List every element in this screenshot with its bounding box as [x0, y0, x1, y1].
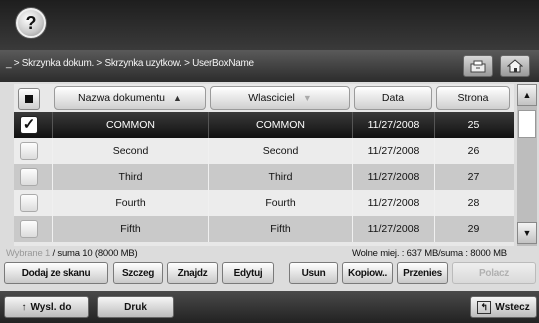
cell-date: 11/27/2008	[352, 190, 434, 216]
table-row[interactable]: Second Second 11/27/2008 26	[14, 138, 514, 164]
scroll-down-button[interactable]: ▼	[517, 222, 537, 244]
breadcrumb-path: _ > Skrzynka dokum. > Skrzynka uzytkow. …	[6, 58, 254, 69]
cell-owner: COMMON	[208, 112, 352, 138]
row-checkbox[interactable]	[20, 142, 38, 160]
send-to-label: Wysl. do	[30, 301, 72, 313]
cell-name: Second	[52, 138, 208, 164]
scroll-up-button[interactable]: ▲	[517, 84, 537, 106]
select-all-checkbox[interactable]	[18, 88, 40, 110]
cell-date: 11/27/2008	[352, 138, 434, 164]
column-header-name[interactable]: Nazwa dokumentu ▲	[54, 86, 206, 110]
chevron-down-icon: ▼	[522, 228, 532, 238]
cell-name: Fourth	[52, 190, 208, 216]
table-scrollbar[interactable]: ▲ ▼	[517, 84, 537, 246]
table-row[interactable]: ✓ COMMON COMMON 11/27/2008 25	[14, 112, 514, 138]
copy-button[interactable]: Kopiow..	[342, 262, 393, 284]
cell-date: 11/27/2008	[352, 112, 434, 138]
cell-date: 11/27/2008	[352, 216, 434, 242]
print-label: Druk	[124, 301, 147, 313]
cell-owner: Fifth	[208, 216, 352, 242]
home-button[interactable]	[500, 55, 530, 77]
cell-owner: Fourth	[208, 190, 352, 216]
cell-owner: Third	[208, 164, 352, 190]
merge-button[interactable]: Polacz	[452, 262, 536, 284]
print-button[interactable]: Druk	[97, 296, 174, 318]
sort-descending-icon: ▼	[302, 93, 312, 103]
back-label: Wstecz	[495, 301, 530, 313]
cell-pages: 26	[434, 138, 512, 164]
row-checkbox[interactable]	[20, 194, 38, 212]
details-button[interactable]: Szczeg	[113, 262, 163, 284]
column-header-label: Nazwa dokumentu	[78, 92, 166, 104]
top-bar: ?	[0, 0, 539, 50]
cell-date: 11/27/2008	[352, 164, 434, 190]
help-button[interactable]: ?	[16, 8, 46, 38]
help-icon: ?	[25, 12, 37, 33]
document-table: Nazwa dokumentu ▲ Wlasciciel ▼ Data Stro…	[14, 84, 514, 246]
edit-button[interactable]: Edytuj	[222, 262, 274, 284]
cell-pages: 25	[434, 112, 512, 138]
column-header-pages[interactable]: Strona	[436, 86, 510, 110]
send-to-button[interactable]: ↑ Wysl. do	[4, 296, 89, 318]
table-row[interactable]: Fifth Fifth 11/27/2008 29	[14, 216, 514, 242]
document-box-screen: ? _ > Skrzynka dokum. > Skrzynka uzytkow…	[0, 0, 539, 323]
selection-status: Wybrane 1 / suma 10 (8000 MB)	[6, 248, 138, 259]
box-view-button[interactable]	[463, 55, 493, 77]
add-from-scan-button[interactable]: Dodaj ze skanu	[4, 262, 108, 284]
chevron-up-icon: ▲	[522, 90, 532, 100]
sort-ascending-icon: ▲	[173, 93, 182, 103]
row-checkbox[interactable]: ✓	[20, 116, 38, 134]
selected-count: Wybrane 1	[6, 248, 51, 259]
cell-name: COMMON	[52, 112, 208, 138]
arrow-up-icon: ↑	[21, 301, 27, 313]
scroll-thumb[interactable]	[518, 110, 536, 138]
cell-name: Third	[52, 164, 208, 190]
move-button[interactable]: Przenies	[397, 262, 448, 284]
breadcrumb: _ > Skrzynka dokum. > Skrzynka uzytkow. …	[0, 50, 539, 82]
back-icon: ↰	[477, 300, 492, 314]
column-header-owner[interactable]: Wlasciciel ▼	[210, 86, 350, 110]
cell-pages: 28	[434, 190, 512, 216]
table-row[interactable]: Fourth Fourth 11/27/2008 28	[14, 190, 514, 216]
back-button[interactable]: ↰ Wstecz	[470, 296, 537, 318]
table-row[interactable]: Third Third 11/27/2008 27	[14, 164, 514, 190]
column-header-label: Data	[381, 92, 405, 104]
bottom-bar: ↑ Wysl. do Druk ↰ Wstecz	[0, 291, 539, 323]
column-header-date[interactable]: Data	[354, 86, 432, 110]
storage-status: Wolne miej. : 637 MB/suma : 8000 MB	[352, 248, 507, 259]
cell-owner: Second	[208, 138, 352, 164]
cell-pages: 27	[434, 164, 512, 190]
column-header-label: Strona	[457, 92, 489, 104]
column-header-label: Wlasciciel	[248, 92, 295, 104]
delete-button[interactable]: Usun	[289, 262, 338, 284]
cell-name: Fifth	[52, 216, 208, 242]
find-button[interactable]: Znajdz	[167, 262, 218, 284]
row-checkbox[interactable]	[20, 168, 38, 186]
row-checkbox[interactable]	[20, 220, 38, 238]
box-icon	[470, 60, 486, 72]
home-icon	[507, 59, 523, 73]
total-count: / suma 10 (8000 MB)	[52, 248, 138, 259]
cell-pages: 29	[434, 216, 512, 242]
